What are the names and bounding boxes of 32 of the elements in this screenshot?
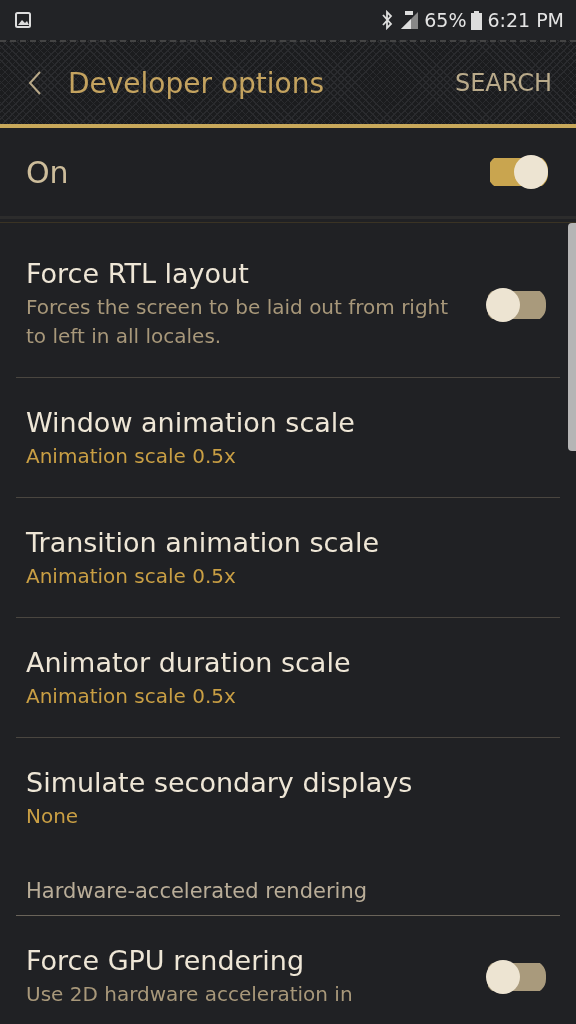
master-switch[interactable] — [488, 155, 548, 189]
settings-row[interactable]: Transition animation scale Animation scale 0.5x — [16, 498, 560, 618]
clock: 6:21 PM — [487, 9, 564, 31]
setting-title: Animator duration scale — [26, 647, 351, 678]
toggle-switch[interactable] — [486, 287, 546, 322]
settings-row[interactable]: Force RTL layout Forces the screen to be laid out from right to left in all locales. — [16, 229, 560, 378]
image-icon — [14, 11, 32, 29]
setting-title: Simulate secondary displays — [26, 767, 413, 798]
section-header: Hardware-accelerated rendering — [16, 857, 560, 916]
back-icon — [28, 70, 42, 96]
setting-summary: Animation scale 0.5x — [26, 443, 237, 470]
setting-title: Force GPU rendering — [26, 945, 305, 976]
settings-row[interactable]: Animator duration scale Animation scale 0.5x — [16, 618, 560, 738]
setting-summary: Forces the screen to be laid out from right to left in all locales. — [26, 294, 450, 350]
setting-summary: Animation scale 0.5x — [26, 683, 237, 710]
settings-row[interactable]: Force GPU rendering Use 2D hardware acceleration in — [16, 916, 560, 1024]
toggle-switch[interactable] — [486, 960, 546, 994]
setting-title: Force RTL layout — [26, 258, 250, 289]
screen-title: Developer options — [68, 66, 326, 100]
battery-percent: 65% — [424, 9, 467, 31]
signal-icon — [399, 10, 420, 30]
search-button[interactable]: SEARCH — [450, 65, 556, 101]
setting-summary: None — [26, 803, 80, 830]
settings-row[interactable]: Simulate secondary displays None — [16, 738, 560, 857]
bluetooth-icon — [380, 10, 395, 30]
battery-icon — [471, 10, 483, 30]
setting-title: Transition animation scale — [26, 527, 380, 558]
setting-title: Window animation scale — [26, 407, 355, 438]
settings-row[interactable]: Window animation scale Animation scale 0.5x — [16, 378, 560, 498]
master-switch-label: On — [26, 154, 69, 190]
setting-summary: Animation scale 0.5x — [26, 563, 237, 590]
setting-summary: Use 2D hardware acceleration in — [26, 981, 353, 1008]
